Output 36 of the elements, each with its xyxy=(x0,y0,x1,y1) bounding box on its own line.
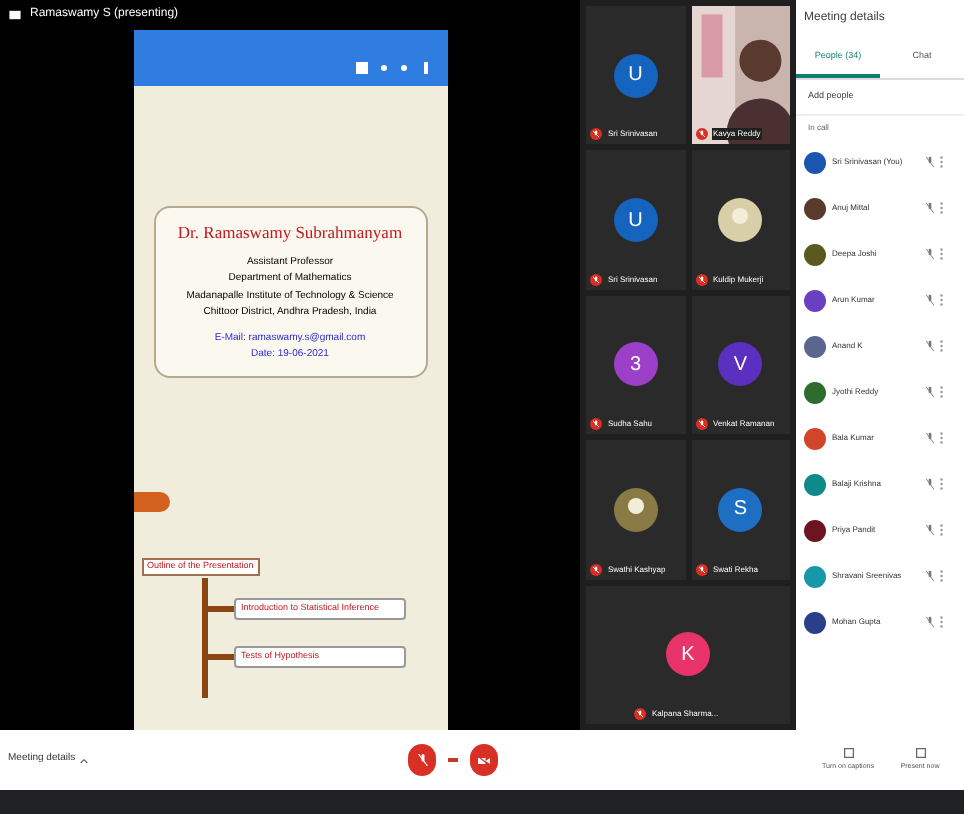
avatar: U xyxy=(613,53,658,98)
mic-icon xyxy=(926,432,934,445)
mic-icon xyxy=(926,570,934,583)
muted-mic-icon xyxy=(417,754,427,766)
presenting-icon xyxy=(8,8,22,22)
muted-mic-icon xyxy=(590,418,602,431)
muted-mic-icon xyxy=(695,128,707,141)
action-icon xyxy=(915,747,925,758)
avatar: K xyxy=(666,632,710,677)
mic-off-button[interactable] xyxy=(408,744,436,776)
speaker-name: Dr. Ramaswamy Subrahmanyam xyxy=(177,220,403,246)
muted-mic-icon xyxy=(695,563,707,576)
mic-icon xyxy=(926,202,934,215)
mic-icon xyxy=(926,386,934,399)
mic-icon xyxy=(926,294,934,307)
avatar: V xyxy=(718,342,763,387)
chevron-up-icon xyxy=(79,757,88,763)
action-icon xyxy=(843,747,853,758)
avatar: S xyxy=(718,487,763,532)
mic-icon xyxy=(926,248,934,261)
mic-icon xyxy=(926,478,934,491)
mic-icon xyxy=(926,616,934,629)
muted-mic-icon xyxy=(695,418,707,431)
muted-mic-icon xyxy=(695,273,707,286)
mic-icon xyxy=(926,524,934,537)
muted-mic-icon xyxy=(590,128,602,141)
camera-off-icon xyxy=(478,755,490,765)
avatar: 3 xyxy=(613,342,658,387)
tab-marker xyxy=(133,492,169,512)
muted-mic-icon xyxy=(590,563,602,576)
muted-mic-icon xyxy=(634,708,646,720)
mic-icon xyxy=(926,156,934,169)
avatar: U xyxy=(613,198,658,243)
muted-mic-icon xyxy=(590,273,602,286)
camera-off-button[interactable] xyxy=(470,744,498,776)
mic-icon xyxy=(926,340,934,353)
